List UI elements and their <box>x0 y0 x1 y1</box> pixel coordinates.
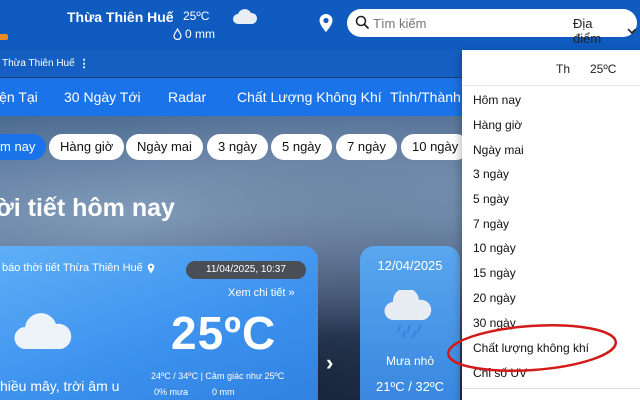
breadcrumb-location: Thừa Thiên Huế <box>2 58 75 69</box>
menu-item-hourly[interactable]: Hàng giờ <box>473 118 522 132</box>
current-weather-card: báo thời tiết Thừa Thiên Huế 11/04/2025,… <box>0 246 318 400</box>
menu-item-30-days[interactable]: 30 ngày <box>473 316 516 330</box>
temperature-range: 24ºC / 34ºC | Cảm giác như 25ºC <box>151 371 285 381</box>
tab-3-days[interactable]: 3 ngày <box>207 134 269 160</box>
forecast-day-card[interactable]: 12/04/2025 Mưa nhỏ 21ºC / 32ºC <box>360 246 460 400</box>
dropdown-city: Th <box>556 62 571 76</box>
menu-item-20-days[interactable]: 20 ngày <box>473 291 516 305</box>
location-pin-icon[interactable] <box>318 13 334 33</box>
location-select-label: Địa điểm <box>573 16 602 46</box>
tab-10-days[interactable]: 10 ngày <box>401 134 470 160</box>
menu-item-15-days[interactable]: 15 ngày <box>473 266 516 280</box>
menu-item-7-days[interactable]: 7 ngày <box>473 217 509 231</box>
tab-today[interactable]: m nay <box>0 134 47 160</box>
page-title: ời tiết hôm nay <box>0 194 175 222</box>
current-temperature: 25ºC <box>171 307 277 359</box>
rain-chance: 0% mưa <box>154 387 189 397</box>
nav-30-days[interactable]: 30 Ngày Tới <box>64 89 141 105</box>
header-rainfall: 0 mm <box>173 27 215 41</box>
tab-hourly[interactable]: Hàng giờ <box>49 134 125 160</box>
search-icon[interactable] <box>355 15 370 30</box>
forecast-dropdown-menu: Th 25ºC Hôm nay Hàng giờ Ngày mai 3 ngày… <box>462 50 640 400</box>
rain-cloud-icon <box>384 290 432 338</box>
location-pin-icon <box>147 263 155 273</box>
card-title: báo thời tiết Thừa Thiên Huế <box>2 262 155 274</box>
forecast-date: 12/04/2025 <box>377 258 443 273</box>
chevron-down-icon <box>627 28 637 34</box>
more-icon[interactable]: ⋮ <box>79 57 90 70</box>
tab-7-days[interactable]: 7 ngày <box>336 134 398 160</box>
menu-item-air-quality[interactable]: Chất lượng không khí <box>473 341 589 355</box>
cloud-icon <box>14 313 72 350</box>
menu-item-today[interactable]: Hôm nay <box>473 93 521 107</box>
search-bar: Địa điểm <box>347 9 637 46</box>
breadcrumb-item[interactable]: Thừa Thiên Huế ⋮ <box>2 57 90 70</box>
location-select[interactable]: Địa điểm <box>573 16 637 46</box>
card-title-text: báo thời tiết Thừa Thiên Huế <box>2 262 143 274</box>
top-header: Thừa Thiên Huế 25ºC 0 mm Địa điểm <box>0 0 640 50</box>
see-detail-link[interactable]: Xem chi tiết » <box>228 287 295 299</box>
forecast-range: 21ºC / 32ºC <box>375 379 445 394</box>
menu-item-tomorrow[interactable]: Ngày mai <box>473 143 524 157</box>
logo[interactable] <box>0 34 8 40</box>
weather-description: hiều mây, trời âm u <box>0 378 120 394</box>
search-input[interactable] <box>373 13 533 33</box>
menu-item-5-days[interactable]: 5 ngày <box>473 192 509 206</box>
raindrop-icon <box>173 28 182 40</box>
menu-item-3-days[interactable]: 3 ngày <box>473 167 509 181</box>
cloud-icon <box>233 9 258 24</box>
rain-info: 0% mưa 0 mm <box>154 387 235 397</box>
menu-divider <box>462 388 640 389</box>
dropdown-temperature: 25ºC <box>590 62 617 76</box>
next-arrow-button[interactable]: › <box>326 350 333 376</box>
nav-air-quality[interactable]: Chất Lượng Không Khí <box>237 89 382 105</box>
nav-provinces[interactable]: Tỉnh/Thành <box>390 89 461 105</box>
tab-5-days[interactable]: 5 ngày <box>271 134 333 160</box>
rain-amount: 0 mm <box>212 387 235 397</box>
menu-item-uv-index[interactable]: Chỉ số UV <box>473 366 527 380</box>
nav-current[interactable]: iện Tại <box>0 89 38 105</box>
header-rainfall-value: 0 mm <box>185 27 215 41</box>
header-temperature: 25ºC <box>183 9 210 23</box>
datetime-badge: 11/04/2025, 10:37 <box>186 261 306 279</box>
current-location-name: Thừa Thiên Huế <box>67 9 174 25</box>
forecast-description: Mưa nhỏ <box>385 354 435 368</box>
tab-tomorrow[interactable]: Ngày mai <box>126 134 203 160</box>
dropdown-header: Th 25ºC <box>462 50 640 86</box>
nav-radar[interactable]: Radar <box>168 89 206 105</box>
menu-item-10-days[interactable]: 10 ngày <box>473 241 516 255</box>
